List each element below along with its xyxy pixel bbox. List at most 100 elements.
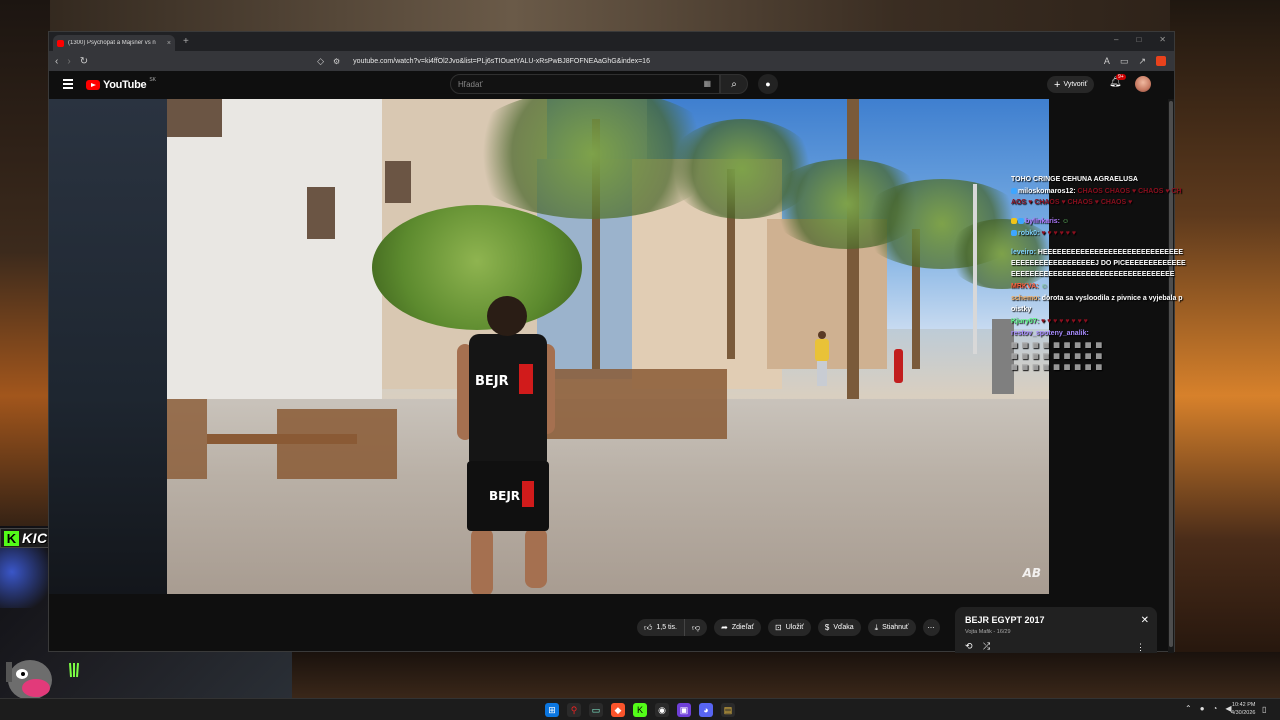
menu-icon[interactable] (63, 79, 73, 91)
playlist-more-icon[interactable]: ⋮ (1136, 642, 1145, 653)
download-button[interactable]: ⤓ Stiahnuť (867, 619, 916, 636)
notification-center-icon[interactable]: ▯ (1262, 705, 1266, 714)
forward-icon[interactable]: › (67, 56, 70, 67)
youtube-favicon-icon (57, 39, 64, 47)
cafe-chairs (277, 409, 397, 479)
thanks-button[interactable]: $ Vďaka (817, 619, 861, 636)
back-icon[interactable]: ‹ (55, 56, 58, 67)
keyboard-icon[interactable]: ▦ (703, 79, 711, 88)
start-menu-icon[interactable]: ⊞ (545, 703, 559, 717)
tab-youtube[interactable]: (1300) Psychopat a Majsner vs n × (53, 35, 175, 51)
chat-text: ♥ ♥ ♥ ♥ ♥ ♥ ♥ ♥ (1040, 318, 1088, 325)
monster-energy-icon (69, 662, 79, 678)
chevron-up-icon[interactable]: ⌃ (1185, 704, 1192, 713)
like-button[interactable]: 👍︎ 1,5 tis. (637, 619, 685, 636)
search-icon: ⌕ (731, 78, 737, 90)
search-button[interactable]: ⌕ (720, 74, 748, 94)
thumbs-up-icon: 👍︎ (644, 622, 653, 632)
chat-message: restov_spoteny_analik: (1011, 328, 1186, 339)
window-controls: – □ ✕ (1114, 35, 1166, 44)
voice-search-button[interactable]: ● (758, 74, 778, 94)
youtube-wordmark: YouTube (103, 79, 147, 91)
stream-chat: TOHO CRINGE CEHUNA AGRAELUSA miloskomaro… (1011, 174, 1186, 374)
chat-message: schemo: dorota sa vysloodila z pivnice a… (1011, 293, 1186, 315)
save-button[interactable]: ⊡ Uložiť (768, 619, 811, 636)
search-placeholder: Hľadať (458, 79, 483, 89)
cast-icon[interactable]: ▭ (1120, 56, 1129, 67)
share-icon[interactable]: ↗ (1138, 56, 1146, 67)
playlist-title[interactable]: BEJR EGYPT 2017 (965, 615, 1045, 625)
loop-icon[interactable]: ⟲ (965, 641, 973, 652)
minimize-button[interactable]: – (1114, 35, 1118, 44)
playlist-panel[interactable]: BEJR EGYPT 2017 Vojta Mafik - 16/29 ✕ ⟲ … (955, 607, 1157, 653)
chat-badge-icon (1011, 218, 1017, 225)
like-count: 1,5 tis. (656, 624, 677, 631)
chat-message: robk0: ♥ ♥ ♥ ♥ ♥ ♥ (1011, 228, 1186, 239)
chat-username: schemo: (1011, 295, 1040, 302)
file-app-icon[interactable]: ▤ (721, 703, 735, 717)
url-field[interactable]: youtube.com/watch?v=ki4ffOl2Jvo&list=PLj… (353, 58, 650, 65)
chat-text: ♥ ♥ ♥ ♥ ♥ ♥ (1041, 230, 1077, 237)
video-player[interactable]: BEJR BEJR AB (167, 99, 1049, 594)
thanks-label: Vďaka (833, 624, 854, 631)
network-icon[interactable]: ◔ (1213, 704, 1218, 713)
tab-close-icon[interactable]: × (167, 40, 171, 47)
address-bar-actions: A ▭ ↗ (1104, 56, 1166, 67)
translate-icon[interactable]: A (1104, 56, 1110, 67)
reload-icon[interactable]: ↻ (80, 56, 88, 67)
taskbar-apps: ⊞ ⚲ ▭ ◆ K ◉ ▣ ◕ ▤ (545, 703, 735, 717)
brave-shield-icon[interactable] (1156, 56, 1166, 66)
tab-bar: (1300) Psychopat a Majsner vs n × + – □ … (49, 32, 1174, 51)
video-backdrop (49, 99, 167, 594)
create-button[interactable]: + Vytvoriť (1047, 76, 1095, 93)
chat-text: TOHO CRINGE CEHUNA AGRAELUSA (1011, 176, 1138, 183)
video-player-area: BEJR BEJR AB (49, 99, 1049, 594)
save-label: Uložiť (785, 624, 804, 631)
map-pin-app-icon[interactable]: ⚲ (567, 703, 581, 717)
cafe-chairs (527, 369, 727, 439)
terminal-app-icon[interactable]: ▭ (589, 703, 603, 717)
chat-message: TOHO CRINGE CEHUNA AGRAELUSA (1011, 174, 1186, 185)
kick-app-icon[interactable]: K (633, 703, 647, 717)
playlist-subtitle: Vojta Mafik - 16/29 (965, 629, 1011, 635)
close-window-button[interactable]: ✕ (1159, 35, 1166, 44)
bookmark-add-icon: ⊡ (775, 623, 782, 632)
share-button[interactable]: ➦ Zdieľať (714, 619, 762, 636)
discord-app-icon[interactable]: ◕ (699, 703, 713, 717)
chat-username: bylinkaris: (1025, 218, 1061, 225)
shorts-text: BEJR (489, 489, 521, 503)
more-actions-button[interactable]: ⋯ (922, 619, 940, 636)
maximize-button[interactable]: □ (1136, 35, 1141, 44)
dislike-button[interactable]: 👎︎ (685, 619, 708, 636)
avatar[interactable] (1135, 76, 1151, 92)
bookmark-icon[interactable]: ◇ (317, 56, 324, 67)
create-label: Vytvoriť (1063, 81, 1088, 88)
super-thanks-icon: $ (824, 623, 830, 632)
obs-app-icon[interactable]: ◉ (655, 703, 669, 717)
download-icon: ⤓ (874, 622, 879, 632)
chat-text: ☺ (1040, 283, 1048, 290)
brave-browser-icon[interactable]: ◆ (611, 703, 625, 717)
share-arrow-icon: ➦ (721, 623, 728, 632)
notification-badge: 9+ (1116, 74, 1126, 80)
stream-background-top (0, 0, 1280, 32)
system-tray: ⌃ ● ◔ ◀ (1185, 704, 1232, 713)
chat-text: HEEEEEEEEEEEEEEEEEEEEEEEEEEEEEEEEEEEEEEE… (1011, 249, 1186, 278)
shuffle-icon[interactable]: ⤮ (983, 641, 990, 652)
site-info-icon[interactable]: ⚙ (333, 57, 340, 66)
pedestrian (815, 331, 829, 386)
new-tab-button[interactable]: + (183, 36, 189, 47)
youtube-play-icon (86, 80, 100, 90)
taskbar-clock[interactable]: 10:42 PM 4/30/2026 (1231, 701, 1255, 717)
chat-username: Kjury07: (1011, 318, 1040, 325)
youtube-logo[interactable]: YouTube SK (86, 77, 156, 91)
chat-message: bylinkaris: ☺ (1011, 216, 1186, 227)
channel-watermark: AB (1022, 566, 1041, 580)
chat-message: Kjury07: ♥ ♥ ♥ ♥ ♥ ♥ ♥ ♥ (1011, 316, 1186, 327)
street-lamp (973, 184, 977, 354)
close-icon[interactable]: ✕ (1141, 615, 1149, 626)
twitch-app-icon[interactable]: ▣ (677, 703, 691, 717)
search-input[interactable]: Hľadať ▦ (450, 74, 720, 94)
microphone-icon[interactable]: ● (1200, 704, 1205, 713)
chat-username: leveiro: (1011, 249, 1036, 256)
